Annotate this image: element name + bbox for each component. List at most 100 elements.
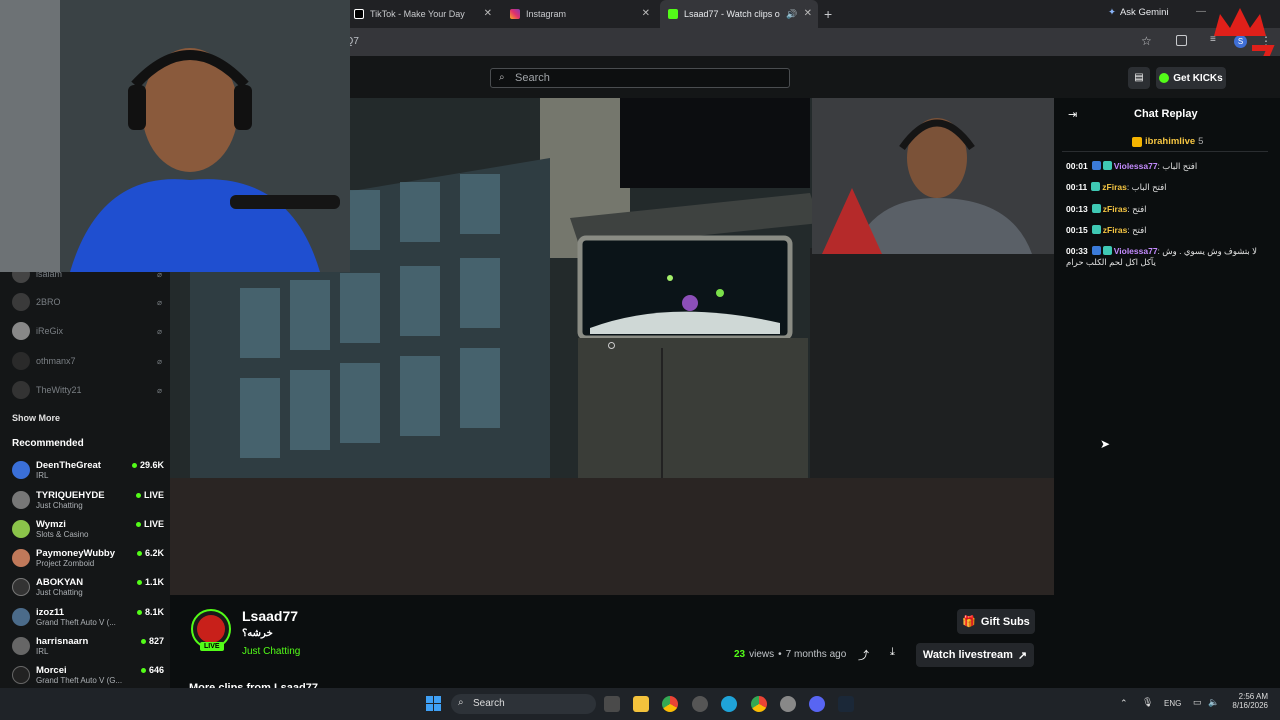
close-icon[interactable]: ✕ <box>642 8 650 19</box>
layout-icon[interactable]: ▤ <box>1128 67 1150 89</box>
download-icon[interactable]: ⤓ <box>890 646 895 659</box>
clock-time: 2:56 AM <box>1238 692 1268 701</box>
sidebar-followed-item[interactable]: iReGix ⌀ <box>12 320 162 342</box>
separator: • <box>778 649 782 660</box>
channel-category: Grand Theft Auto V (... <box>36 618 116 627</box>
collapse-chat-icon[interactable]: ⇥ <box>1068 108 1077 121</box>
chat-username[interactable]: Violessa77 <box>1114 161 1158 171</box>
watch-livestream-button[interactable]: Watch livestream ↗ <box>916 643 1034 667</box>
network-icon[interactable]: ▭ <box>1193 697 1202 708</box>
recommended-item[interactable]: PaymoneyWubby Project Zomboid 6.2K <box>12 544 164 572</box>
chat-username[interactable]: Violessa77 <box>1114 246 1158 256</box>
close-icon[interactable]: ✕ <box>804 8 812 19</box>
ask-gemini-label: Ask Gemini <box>1119 7 1169 18</box>
watch-livestream-label: Watch livestream <box>922 649 1013 661</box>
viewer-count: 827 <box>140 636 164 646</box>
chat-username[interactable]: zFiras <box>1103 204 1128 214</box>
minimize-icon[interactable]: — <box>1196 6 1206 17</box>
recommended-item[interactable]: izoz11 Grand Theft Auto V (... 8.1K <box>12 603 164 631</box>
channel-name: Wymzi <box>36 519 66 530</box>
url-text[interactable]: 8Q7 <box>340 33 1160 51</box>
channel-logo-icon <box>197 615 225 643</box>
offline-icon: ⌀ <box>157 356 162 366</box>
bookmark-star-icon[interactable]: ☆ <box>1141 34 1152 48</box>
loading-cursor-icon <box>608 342 615 349</box>
channel-category: Just Chatting <box>36 501 83 510</box>
chat-timestamp: 00:15 <box>1066 225 1088 235</box>
viewer-count-value: 6.2K <box>144 548 164 558</box>
windows-start-icon[interactable] <box>426 696 441 711</box>
chat-message: 00:15 zFiras: افتح <box>1066 225 1147 235</box>
channel-name: Morcei <box>36 665 67 676</box>
task-view-icon[interactable] <box>604 696 620 712</box>
offline-icon: ⌀ <box>157 326 162 336</box>
channel-name: PaymoneyWubby <box>36 548 116 559</box>
viewer-count-value: LIVE <box>143 519 164 529</box>
search-input[interactable]: Search <box>490 68 790 88</box>
channel-category: Just Chatting <box>36 588 83 597</box>
recommended-item[interactable]: TYRIQUEHYDE Just Chatting LIVE <box>12 486 164 514</box>
edge-icon[interactable] <box>721 696 737 712</box>
clock[interactable]: 2:56 AM 8/16/2026 <box>1228 692 1268 710</box>
ask-gemini-button[interactable]: ✦ Ask Gemini <box>1108 7 1169 18</box>
app-icon[interactable] <box>780 696 796 712</box>
gift-subs-label: Gift Subs <box>980 615 1030 628</box>
pinned-user: ibrahimlive <box>1145 136 1196 147</box>
chrome-icon[interactable] <box>662 696 678 712</box>
clip-title: خرشه؟ <box>242 628 273 639</box>
app-icon[interactable] <box>692 696 708 712</box>
sidebar-followed-item[interactable]: TheWitty21 ⌀ <box>12 379 162 401</box>
tab-instagram[interactable]: Instagram ✕ <box>502 0 656 28</box>
tab-kick[interactable]: Lsaad77 - Watch clips on K 🔊 ✕ <box>660 0 818 28</box>
close-icon[interactable]: ✕ <box>484 8 492 19</box>
avatar <box>12 637 30 655</box>
viewer-count-value: 827 <box>148 636 164 646</box>
recommended-item[interactable]: Morcei Grand Theft Auto V (G... 646 <box>12 661 164 689</box>
search-icon: ⌕ <box>499 72 505 83</box>
chat-title: Chat Replay <box>1134 108 1198 120</box>
live-dot-icon <box>135 492 141 498</box>
recommended-item[interactable]: Wymzi Slots & Casino LIVE <box>12 515 164 543</box>
recommended-item[interactable]: DeenTheGreat IRL 29.6K <box>12 456 164 484</box>
share-icon[interactable]: ⤴ <box>858 647 869 663</box>
channel-category: Project Zomboid <box>36 559 95 568</box>
new-tab-button[interactable]: + <box>824 6 832 22</box>
extensions-icon[interactable] <box>1176 35 1187 46</box>
channel-name[interactable]: Lsaad77 <box>242 608 298 624</box>
taskbar-search[interactable]: Search <box>451 694 596 714</box>
category-link[interactable]: Just Chatting <box>242 646 300 657</box>
recommended-item[interactable]: ABOKYAN Just Chatting 1.1K <box>12 573 164 601</box>
tab-label: Instagram <box>526 9 567 19</box>
avatar <box>12 293 30 311</box>
chat-text: افتح <box>1132 204 1147 214</box>
get-kicks-button[interactable]: Get KICKs <box>1156 67 1226 89</box>
channel-name: izoz11 <box>36 607 64 618</box>
sidebar-followed-item[interactable]: 2BRO ⌀ <box>12 291 162 313</box>
chat-username[interactable]: zFiras <box>1102 182 1127 192</box>
chat-message: 00:13 zFiras: افتح <box>1066 204 1147 214</box>
discord-icon[interactable] <box>809 696 825 712</box>
tab-tiktok[interactable]: TikTok - Make Your Day ✕ <box>346 0 498 28</box>
tab-label: TikTok - Make Your Day <box>370 9 465 19</box>
channel-name: DeenTheGreat <box>36 460 101 471</box>
steam-icon[interactable] <box>838 696 854 712</box>
gift-subs-button[interactable]: 🎁 Gift Subs <box>957 609 1035 634</box>
chat-username[interactable]: zFiras <box>1103 225 1128 235</box>
file-explorer-icon[interactable] <box>633 696 649 712</box>
chat-text: افتح الباب <box>1162 161 1198 171</box>
gemini-icon: ✦ <box>1108 7 1116 18</box>
tray-chevron-icon[interactable]: ⌃ <box>1120 698 1128 709</box>
chrome-icon[interactable] <box>751 696 767 712</box>
volume-icon[interactable]: 🔈 <box>1208 697 1219 708</box>
recommended-item[interactable]: harrisnaarn IRL 827 <box>12 632 164 660</box>
avatar <box>12 352 30 370</box>
microphone-icon[interactable]: 🎙 <box>1142 697 1153 708</box>
chat-message: 00:01 Violessa77: افتح الباب <box>1066 161 1198 171</box>
sidebar-followed-item[interactable]: othmanx7 ⌀ <box>12 350 162 372</box>
show-more-link[interactable]: Show More <box>12 413 60 423</box>
avatar <box>12 608 30 626</box>
pinned-gifter[interactable]: ibrahimlive 5 <box>1132 136 1203 147</box>
live-dot-icon <box>131 462 137 468</box>
speaker-icon[interactable]: 🔊 <box>786 9 797 20</box>
language-indicator[interactable]: ENG <box>1164 699 1181 708</box>
